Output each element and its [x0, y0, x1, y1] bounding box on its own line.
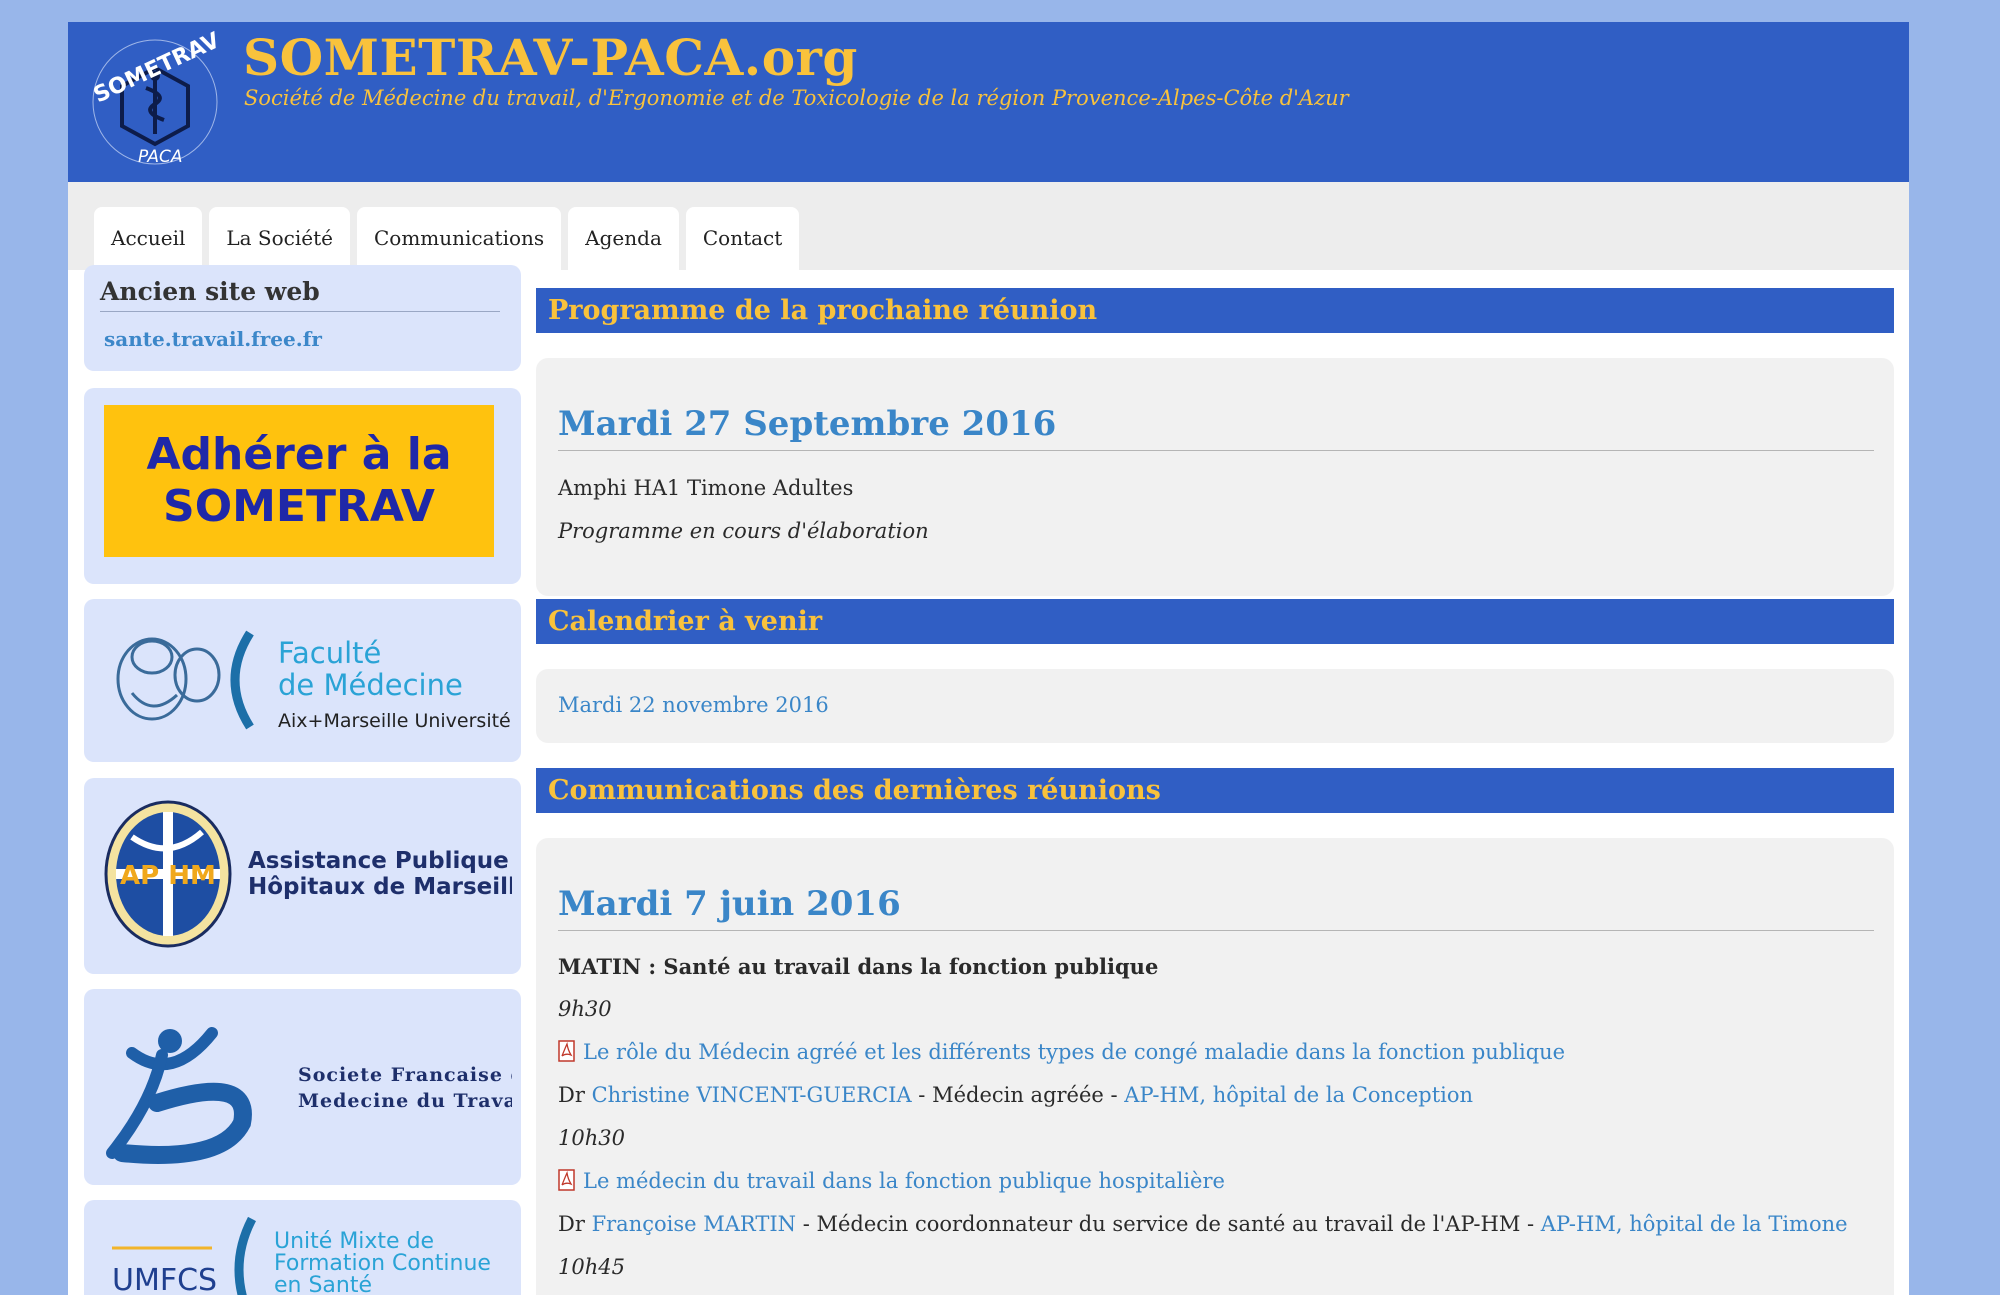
sfmt-box: Societe Francaise de Medecine du Travail — [84, 989, 521, 1185]
nav-item-agenda[interactable]: Agenda — [568, 207, 679, 270]
speaker-link[interactable]: Christine VINCENT-GUERCIA — [592, 1083, 912, 1107]
umfcs-logo-icon[interactable]: UMFCS Unité Mixte de Formation Continue … — [102, 1214, 512, 1295]
past-meetings-header: Communications des dernières réunions — [536, 768, 1894, 813]
site-banner: SOMETRAV PACA SOMETRAV-PACA.org Société … — [68, 22, 1909, 182]
talk-time: 10h45 — [558, 1255, 625, 1279]
faculte-medecine-logo-icon[interactable]: Faculté de Médecine Aix+Marseille Univer… — [102, 613, 512, 748]
next-meeting-date: Mardi 27 Septembre 2016 — [558, 404, 1874, 451]
sfmt-line1: Societe Francaise de — [298, 1064, 512, 1086]
aphm-line1: Assistance Publique — [248, 848, 509, 874]
faculte-line2: de Médecine — [278, 668, 463, 702]
faculte-line1: Faculté — [278, 636, 381, 670]
speaker-role: - Médecin coordonnateur du service de sa… — [796, 1212, 1541, 1236]
next-meeting-box: Mardi 27 Septembre 2016 Amphi HA1 Timone… — [536, 358, 1894, 596]
calendar-item-link[interactable]: Mardi 22 novembre 2016 — [558, 693, 829, 717]
sometrav-logo-icon[interactable]: SOMETRAV PACA — [80, 30, 230, 170]
next-meeting-place: Amphi HA1 Timone Adultes — [558, 476, 854, 500]
pdf-file-icon[interactable] — [558, 1169, 575, 1191]
adhere-line1: Adhérer à la — [146, 429, 452, 480]
nav-item-communications[interactable]: Communications — [356, 207, 562, 270]
umfcs-box: UMFCS Unité Mixte de Formation Continue … — [84, 1200, 521, 1295]
aphm-badge: AP HM — [120, 861, 216, 891]
adhere-line2: SOMETRAV — [163, 481, 435, 532]
speaker-link[interactable]: Françoise MARTIN — [592, 1212, 796, 1236]
nav-item-accueil[interactable]: Accueil — [94, 207, 203, 270]
adhere-box: Adhérer à la SOMETRAV — [84, 388, 521, 584]
speaker-prefix: Dr — [558, 1212, 592, 1236]
old-site-title: Ancien site web — [100, 277, 500, 312]
aphm-logo-icon[interactable]: AP HM Assistance Publique Hôpitaux de Ma… — [102, 792, 512, 957]
talk-item: Le rôle du Médecin agréé et les différen… — [558, 1040, 1565, 1064]
speaker-place-link[interactable]: AP-HM, hôpital de la Timone — [1541, 1212, 1848, 1236]
talk-time: 9h30 — [558, 997, 612, 1021]
calendar-box: Mardi 22 novembre 2016 — [536, 669, 1894, 743]
old-site-link[interactable]: sante.travail.free.fr — [104, 327, 322, 351]
calendar-header: Calendrier à venir — [536, 599, 1894, 644]
speaker-place-link[interactable]: AP-HM, hôpital de la Conception — [1124, 1083, 1473, 1107]
adhere-button[interactable]: Adhérer à la SOMETRAV — [104, 405, 494, 557]
umfcs-acronym: UMFCS — [112, 1263, 217, 1295]
site-title[interactable]: SOMETRAV-PACA.org — [243, 28, 858, 87]
nav-item-la-societe[interactable]: La Société — [209, 207, 350, 270]
sfmt-logo-icon[interactable]: Societe Francaise de Medecine du Travail — [102, 1003, 512, 1173]
morning-session-title: MATIN : Santé au travail dans la fonctio… — [558, 954, 1159, 979]
aphm-line2: Hôpitaux de Marseille — [248, 874, 512, 900]
talk-time: 10h30 — [558, 1126, 625, 1150]
speaker-prefix: Dr — [558, 1083, 592, 1107]
logo-text-bottom: PACA — [138, 147, 183, 167]
past-meeting-date: Mardi 7 juin 2016 — [558, 884, 1874, 931]
sfmt-line2: Medecine du Travail — [298, 1090, 512, 1112]
talk-pdf-link[interactable]: Le médecin du travail dans la fonction p… — [583, 1169, 1225, 1193]
umfcs-line3: en Santé — [274, 1273, 372, 1295]
next-meeting-note: Programme en cours d'élaboration — [558, 519, 929, 543]
site-subtitle: Société de Médecine du travail, d'Ergono… — [244, 86, 1349, 110]
talk-speaker-line: Dr Christine VINCENT-GUERCIA - Médecin a… — [558, 1083, 1473, 1107]
next-meeting-header: Programme de la prochaine réunion — [536, 288, 1894, 333]
talk-item: Le médecin du travail dans la fonction p… — [558, 1169, 1225, 1193]
nav-item-contact[interactable]: Contact — [685, 207, 800, 270]
old-site-box: Ancien site web sante.travail.free.fr — [84, 265, 521, 371]
faculte-line3: Aix+Marseille Université — [278, 710, 511, 732]
aphm-box: AP HM Assistance Publique Hôpitaux de Ma… — [84, 778, 521, 974]
main-nav: Accueil La Société Communications Agenda… — [68, 182, 1909, 270]
talk-speaker-line: Dr Françoise MARTIN - Médecin coordonnat… — [558, 1212, 1848, 1236]
talk-pdf-link[interactable]: Le rôle du Médecin agréé et les différen… — [583, 1040, 1565, 1064]
speaker-role: - Médecin agréée - — [911, 1083, 1125, 1107]
past-meetings-box: Mardi 7 juin 2016 MATIN : Santé au trava… — [536, 838, 1894, 1295]
page: SOMETRAV PACA SOMETRAV-PACA.org Société … — [68, 22, 1909, 1295]
pdf-file-icon[interactable] — [558, 1040, 575, 1062]
faculte-box: Faculté de Médecine Aix+Marseille Univer… — [84, 599, 521, 762]
